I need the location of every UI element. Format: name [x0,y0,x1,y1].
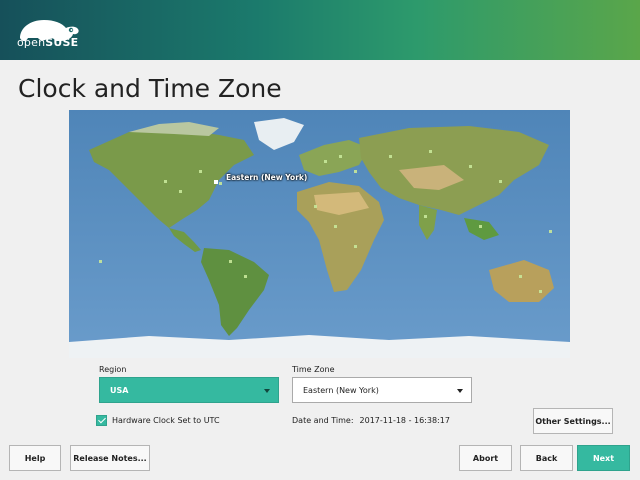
timezone-value: Eastern (New York) [303,385,379,395]
abort-button[interactable]: Abort [459,445,512,471]
map-marker-label: Eastern (New York) [226,173,308,182]
hardware-clock-label: Hardware Clock Set to UTC [112,416,220,425]
release-notes-button[interactable]: Release Notes... [70,445,150,471]
timezone-select[interactable]: Eastern (New York) [292,377,472,403]
world-map-image [69,110,570,358]
page-title: Clock and Time Zone [18,74,282,103]
chevron-down-icon [457,389,463,393]
selected-timezone-marker [214,180,218,184]
date-time-label: Date and Time: [292,416,354,425]
date-time-display: Date and Time: 2017-11-18 - 16:38:17 [292,416,450,425]
help-button[interactable]: Help [9,445,61,471]
hardware-clock-checkbox[interactable] [96,415,107,426]
region-select[interactable]: USA [99,377,279,403]
region-label: Region [99,365,127,374]
world-map[interactable]: Eastern (New York) [69,110,570,358]
back-button[interactable]: Back [520,445,573,471]
other-settings-button[interactable]: Other Settings... [533,408,613,434]
opensuse-wordmark: openSUSE [17,36,79,49]
date-time-value: 2017-11-18 - 16:38:17 [359,416,450,425]
chevron-down-icon [264,389,270,393]
header-bar: openSUSE [0,0,640,60]
next-button[interactable]: Next [577,445,630,471]
region-value: USA [110,385,129,395]
hardware-clock-option[interactable]: Hardware Clock Set to UTC [96,415,220,426]
timezone-label: Time Zone [292,365,335,374]
